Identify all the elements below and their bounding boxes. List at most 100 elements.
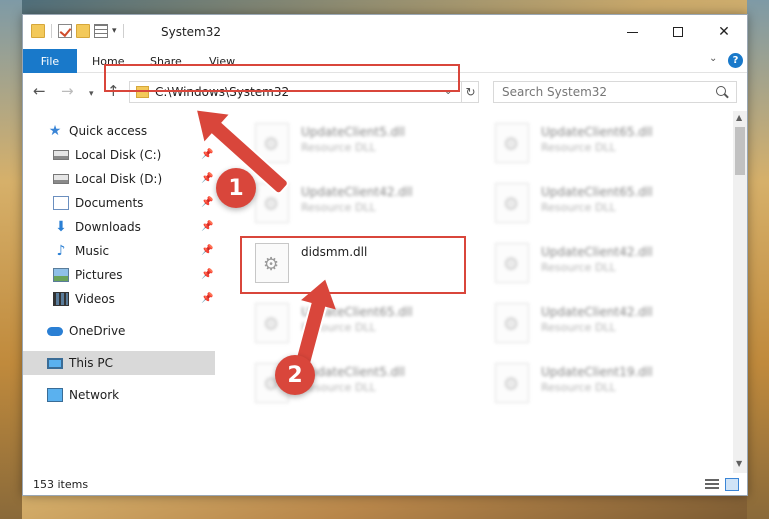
folder-icon	[31, 24, 45, 38]
refresh-icon[interactable]: ↻	[461, 82, 479, 102]
sidebar-item-onedrive[interactable]: OneDrive	[23, 319, 215, 343]
minimize-button[interactable]	[609, 15, 655, 49]
scroll-down-icon[interactable]: ▼	[736, 459, 742, 468]
customize-toolbar-chevron-icon[interactable]: ▾	[112, 26, 117, 36]
details-view-icon[interactable]	[705, 479, 719, 491]
sidebar-item-label: Videos	[75, 292, 115, 306]
toolbar-divider	[122, 24, 124, 38]
file-name: UpdateClient19.dll	[541, 365, 653, 379]
sidebar-item-documents[interactable]: Documents 📌	[23, 191, 215, 215]
file-item[interactable]: UpdateClient65.dll Resource DLL	[495, 181, 721, 237]
dll-file-icon	[495, 303, 529, 343]
expand-ribbon-chevron-icon[interactable]: ⌄	[709, 53, 717, 64]
cloud-icon	[47, 326, 63, 336]
pictures-icon	[53, 268, 69, 282]
status-bar: 153 items	[23, 475, 747, 495]
file-description: Resource DLL	[301, 201, 376, 214]
dll-file-icon	[495, 183, 529, 223]
computer-icon	[47, 357, 63, 369]
close-button[interactable]: ✕	[701, 15, 747, 49]
quick-access-toolbar: ▾	[31, 24, 126, 38]
search-icon[interactable]	[716, 86, 726, 96]
star-icon: ★	[48, 123, 62, 139]
desktop-background-right	[747, 0, 769, 519]
vertical-scrollbar[interactable]: ▲ ▼	[733, 111, 747, 473]
file-item[interactable]: UpdateClient19.dll Resource DLL	[495, 361, 721, 417]
file-item[interactable]: UpdateClient65.dll Resource DLL	[255, 301, 481, 357]
sidebar-item-downloads[interactable]: ⬇ Downloads 📌	[23, 215, 215, 239]
large-icons-view-icon[interactable]	[725, 478, 739, 491]
pin-icon[interactable]: 📌	[201, 221, 213, 232]
recent-locations-chevron-icon[interactable]: ▾	[89, 86, 94, 102]
sidebar-item-label: Quick access	[69, 124, 148, 138]
scroll-up-icon[interactable]: ▲	[736, 113, 742, 122]
file-description: Resource DLL	[541, 141, 616, 154]
file-description: Resource DLL	[541, 381, 616, 394]
pin-icon[interactable]: 📌	[201, 173, 213, 184]
tab-file[interactable]: File	[23, 49, 77, 73]
properties-check-icon[interactable]	[58, 24, 72, 38]
file-name: UpdateClient5.dll	[301, 365, 405, 379]
file-description: Resource DLL	[541, 201, 616, 214]
sidebar-item-label: This PC	[69, 356, 113, 370]
file-name: UpdateClient42.dll	[301, 185, 413, 199]
sidebar-item-label: Local Disk (D:)	[75, 172, 163, 186]
back-arrow-icon[interactable]: ←	[33, 83, 46, 99]
pin-icon[interactable]: 📌	[201, 269, 213, 280]
forward-arrow-icon[interactable]: →	[61, 83, 74, 99]
pin-icon[interactable]: 📌	[201, 197, 213, 208]
sidebar-item-music[interactable]: ♪ Music 📌	[23, 239, 215, 263]
pin-icon[interactable]: 📌	[201, 149, 213, 160]
file-item[interactable]: UpdateClient65.dll Resource DLL	[495, 121, 721, 177]
sidebar-item-label: Local Disk (C:)	[75, 148, 162, 162]
help-icon[interactable]: ?	[728, 53, 743, 68]
navigation-pane: ★ Quick access Local Disk (C:) 📌 Local D…	[23, 111, 215, 473]
sidebar-item-label: Documents	[75, 196, 144, 210]
file-item[interactable]: UpdateClient42.dll Resource DLL	[495, 301, 721, 357]
sidebar-item-label: Network	[69, 388, 120, 402]
file-item[interactable]: UpdateClient5.dll Resource DLL	[255, 121, 481, 177]
address-bar-highlight	[104, 64, 460, 92]
file-name: UpdateClient5.dll	[301, 125, 405, 139]
sidebar-item-local-disk-d[interactable]: Local Disk (D:) 📌	[23, 167, 215, 191]
dll-file-icon	[255, 183, 289, 223]
file-name: UpdateClient65.dll	[541, 185, 653, 199]
dll-file-icon	[495, 243, 529, 283]
file-item[interactable]: UpdateClient42.dll Resource DLL	[495, 241, 721, 297]
dll-file-icon	[255, 303, 289, 343]
minimize-icon	[626, 31, 638, 33]
dll-file-icon	[495, 363, 529, 403]
maximize-button[interactable]	[655, 15, 701, 49]
file-name: UpdateClient42.dll	[541, 245, 653, 259]
sidebar-item-network[interactable]: Network	[23, 383, 215, 407]
sidebar-item-label: OneDrive	[69, 324, 126, 338]
file-highlight	[240, 236, 466, 294]
sidebar-item-this-pc[interactable]: This PC	[23, 351, 215, 375]
file-description: Resource DLL	[541, 321, 616, 334]
search-input[interactable]: Search System32	[493, 81, 737, 103]
dll-file-icon	[495, 123, 529, 163]
documents-icon	[53, 196, 69, 210]
sidebar-item-label: Pictures	[75, 268, 123, 282]
drive-icon	[53, 150, 69, 160]
pin-icon[interactable]: 📌	[201, 245, 213, 256]
properties-icon[interactable]	[94, 24, 108, 38]
search-placeholder: Search System32	[502, 85, 608, 99]
pin-icon[interactable]: 📌	[201, 293, 213, 304]
videos-icon	[53, 292, 69, 306]
sidebar-item-label: Downloads	[75, 220, 141, 234]
file-description: Resource DLL	[541, 261, 616, 274]
file-description: Resource DLL	[301, 141, 376, 154]
drive-icon	[53, 174, 69, 184]
new-folder-icon[interactable]	[76, 24, 90, 38]
download-icon: ⬇	[55, 219, 67, 235]
sidebar-item-local-disk-c[interactable]: Local Disk (C:) 📌	[23, 143, 215, 167]
window-title: System32	[161, 25, 222, 39]
title-bar: ▾ System32 ✕	[23, 15, 747, 49]
toolbar-divider	[51, 24, 52, 38]
sidebar-item-pictures[interactable]: Pictures 📌	[23, 263, 215, 287]
sidebar-item-videos[interactable]: Videos 📌	[23, 287, 215, 311]
file-name: UpdateClient65.dll	[541, 125, 653, 139]
file-item[interactable]: UpdateClient42.dll Resource DLL	[255, 181, 481, 237]
scrollbar-thumb[interactable]	[735, 127, 745, 175]
